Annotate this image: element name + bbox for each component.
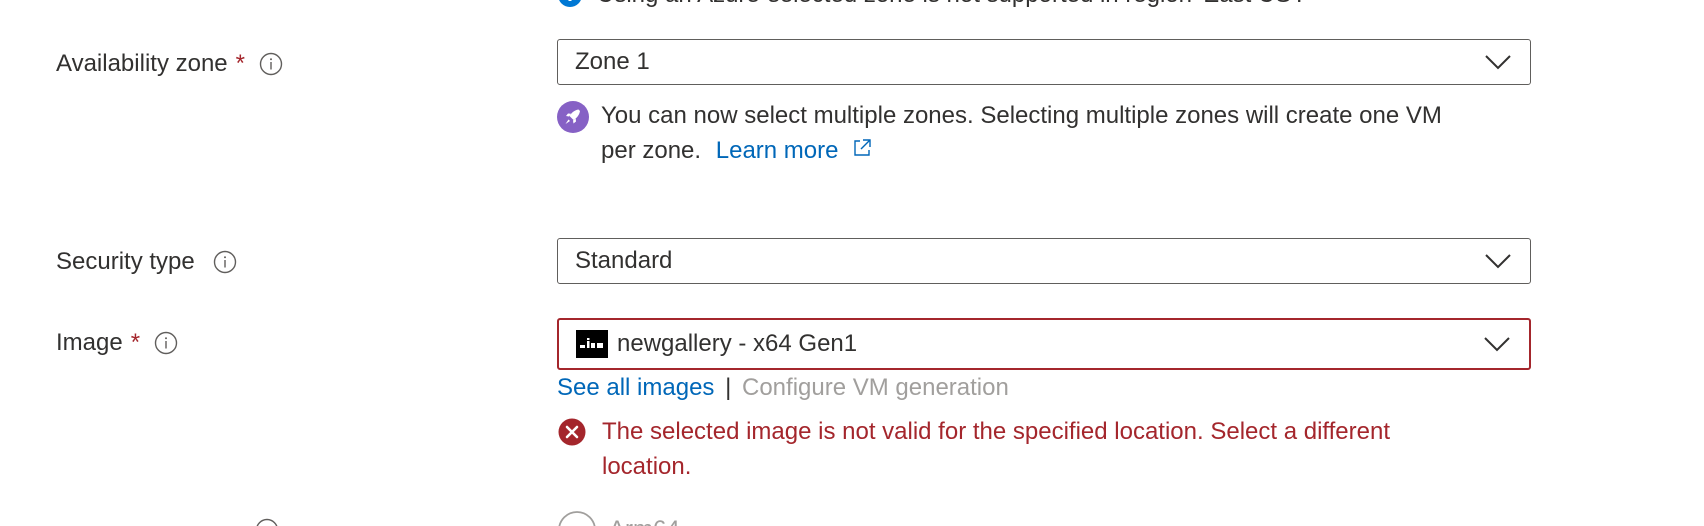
security-type-value: Standard: [575, 247, 673, 274]
see-all-images-link[interactable]: See all images: [557, 374, 714, 401]
rocket-icon: [557, 101, 589, 133]
vm-create-basics-form: Using an Azure-selected zone is not supp…: [0, 0, 1704, 526]
required-marker: *: [235, 50, 245, 77]
multi-zone-tip-line2: per zone. Learn more: [601, 133, 1547, 168]
info-icon[interactable]: [255, 518, 279, 526]
learn-more-label: Learn more: [715, 137, 839, 164]
chevron-down-icon: [1485, 55, 1511, 70]
image-dropdown[interactable]: newgallery - x64 Gen1: [557, 318, 1531, 370]
info-icon[interactable]: [154, 331, 178, 355]
security-type-label-row: Security type: [56, 246, 237, 278]
logo-glyph-icon: [580, 338, 603, 348]
arm64-radio-option[interactable]: Arm64: [557, 510, 680, 526]
chevron-down-icon: [1485, 254, 1511, 269]
availability-zone-label-row: Availability zone *: [56, 48, 283, 80]
image-error-text: The selected image is not valid for the …: [602, 418, 1391, 445]
error-circle-icon: [558, 418, 586, 446]
learn-more-link[interactable]: Learn more: [716, 137, 873, 164]
multi-zone-tip-text-2: per zone.: [601, 137, 702, 164]
image-links: See all images | Configure VM generation: [557, 372, 1009, 404]
info-icon[interactable]: [213, 250, 237, 274]
security-type-label: Security type: [56, 248, 195, 275]
image-label-row: Image *: [56, 327, 178, 359]
gallery-image-logo-icon: [576, 330, 608, 358]
link-separator: |: [725, 374, 732, 401]
availability-zone-value: Zone 1: [575, 48, 650, 75]
required-marker: *: [130, 329, 141, 356]
chevron-down-icon: [1484, 337, 1510, 352]
image-error-text-2: location.: [602, 453, 692, 480]
configure-vm-generation-link: Configure VM generation: [742, 374, 1009, 401]
multi-zone-tip-text: You can now select multiple zones. Selec…: [601, 102, 1442, 129]
zone-notice: Using an Azure-selected zone is not supp…: [557, 0, 1303, 8]
info-filled-icon: [559, 0, 581, 7]
image-label: Image: [56, 329, 123, 356]
image-error-message: The selected image is not valid for the …: [557, 414, 1547, 484]
radio-button-icon[interactable]: [557, 510, 597, 526]
arm64-label: Arm64: [609, 516, 680, 526]
security-type-dropdown[interactable]: Standard: [557, 238, 1531, 284]
image-value: newgallery - x64 Gen1: [617, 330, 858, 357]
info-icon[interactable]: [259, 52, 283, 76]
multi-zone-tip: You can now select multiple zones. Selec…: [557, 98, 1547, 168]
zone-notice-text: Using an Azure-selected zone is not supp…: [597, 0, 1303, 9]
availability-zone-label: Availability zone: [56, 50, 228, 77]
external-link-icon: [854, 139, 871, 156]
availability-zone-dropdown[interactable]: Zone 1: [557, 39, 1531, 85]
